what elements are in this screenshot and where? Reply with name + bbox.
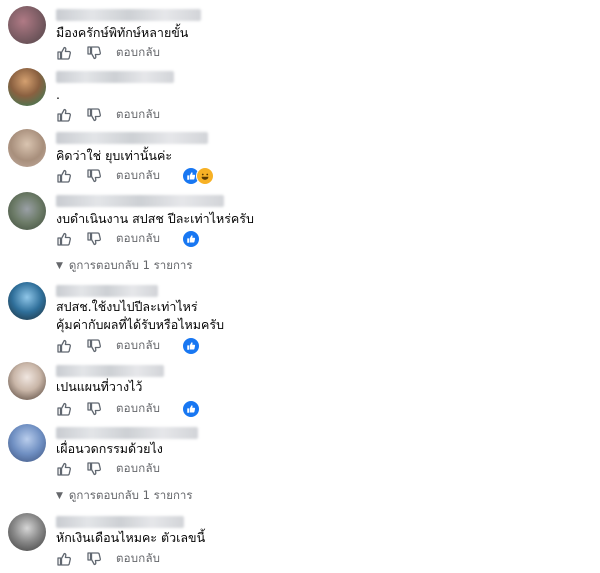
comment-text: เปนแผนที่วางไว้: [56, 379, 143, 394]
comment-actions: ตอบกลับ: [56, 106, 160, 124]
comment-text: .: [56, 87, 60, 102]
like-reaction-icon: [182, 337, 201, 355]
like-reaction-icon: [182, 230, 201, 248]
avatar[interactable]: [8, 424, 46, 462]
thumbs-down-icon[interactable]: [86, 45, 102, 61]
view-replies-link[interactable]: ▼ ดูการตอบกลับ 1 รายการ: [56, 257, 193, 275]
comment-text: เผื่อนวดกรรมด้วยไง: [56, 441, 163, 456]
thumbs-up-icon[interactable]: [56, 231, 72, 247]
reply-button[interactable]: ตอบกลับ: [116, 400, 160, 418]
comment-actions: ตอบกลับ: [56, 460, 160, 478]
commenter-name-blurred[interactable]: [56, 132, 208, 144]
chevron-down-icon: ▼: [56, 491, 63, 501]
haha-reaction-icon: [196, 167, 215, 185]
comment-actions: ตอบกลับ: [56, 400, 201, 418]
comment-actions: ตอบกลับ: [56, 550, 160, 568]
reaction-summary[interactable]: [182, 400, 201, 418]
view-replies-label: ดูการตอบกลับ 1 รายการ: [68, 258, 193, 272]
comment-text: สปสช.ใช้งบไปปีละเท่าไหร่: [56, 299, 198, 314]
reply-button[interactable]: ตอบกลับ: [116, 167, 160, 185]
commenter-name-blurred[interactable]: [56, 71, 174, 83]
avatar[interactable]: [8, 68, 46, 106]
reply-button[interactable]: ตอบกลับ: [116, 106, 160, 124]
view-replies-label: ดูการตอบกลับ 1 รายการ: [68, 488, 193, 502]
comment-actions: ตอบกลับ: [56, 230, 201, 248]
comment-actions: ตอบกลับ: [56, 167, 215, 185]
thumbs-up-icon[interactable]: [56, 168, 72, 184]
thumbs-up-icon[interactable]: [56, 401, 72, 417]
avatar[interactable]: [8, 6, 46, 44]
thumbs-down-icon[interactable]: [86, 551, 102, 567]
thumbs-down-icon[interactable]: [86, 107, 102, 123]
avatar[interactable]: [8, 129, 46, 167]
reaction-summary[interactable]: [182, 167, 215, 185]
avatar[interactable]: [8, 362, 46, 400]
comment-actions: ตอบกลับ: [56, 337, 201, 355]
avatar[interactable]: [8, 192, 46, 230]
thumbs-down-icon[interactable]: [86, 231, 102, 247]
comment-text: คิดว่าใช่ ยุบเท่านั้นค่ะ: [56, 148, 173, 163]
reply-button[interactable]: ตอบกลับ: [116, 550, 160, 568]
commenter-name-blurred[interactable]: [56, 195, 224, 207]
comment-actions: ตอบกลับ: [56, 44, 160, 62]
commenter-name-blurred[interactable]: [56, 516, 184, 528]
avatar[interactable]: [8, 513, 46, 551]
comment-text: คุ้มค่ากับผลที่ได้รับหรือไหมครับ: [56, 317, 224, 332]
reaction-summary[interactable]: [182, 230, 201, 248]
commenter-name-blurred[interactable]: [56, 427, 198, 439]
commenter-name-blurred[interactable]: [56, 285, 158, 297]
avatar[interactable]: [8, 282, 46, 320]
thumbs-up-icon[interactable]: [56, 107, 72, 123]
thumbs-up-icon[interactable]: [56, 338, 72, 354]
commenter-name-blurred[interactable]: [56, 365, 164, 377]
reaction-summary[interactable]: [182, 337, 201, 355]
thumbs-up-icon[interactable]: [56, 45, 72, 61]
thumbs-down-icon[interactable]: [86, 168, 102, 184]
thumbs-down-icon[interactable]: [86, 338, 102, 354]
commenter-name-blurred[interactable]: [56, 9, 201, 21]
reply-button[interactable]: ตอบกลับ: [116, 337, 160, 355]
comment-text: หักเงินเดือนไหมคะ ตัวเลขนี้: [56, 530, 206, 545]
reply-button[interactable]: ตอบกลับ: [116, 230, 160, 248]
like-reaction-icon: [182, 400, 201, 418]
thumbs-up-icon[interactable]: [56, 461, 72, 477]
comment-text: งบดำเนินงาน สปสช ปีละเท่าไหร่ครับ: [56, 211, 254, 226]
reply-button[interactable]: ตอบกลับ: [116, 460, 160, 478]
thumbs-down-icon[interactable]: [86, 461, 102, 477]
comment-text: มืองครักษ์พิทักษ์หลายขั้น: [56, 25, 189, 40]
reply-button[interactable]: ตอบกลับ: [116, 44, 160, 62]
thumbs-up-icon[interactable]: [56, 551, 72, 567]
thumbs-down-icon[interactable]: [86, 401, 102, 417]
chevron-down-icon: ▼: [56, 261, 63, 271]
view-replies-link[interactable]: ▼ ดูการตอบกลับ 1 รายการ: [56, 487, 193, 505]
